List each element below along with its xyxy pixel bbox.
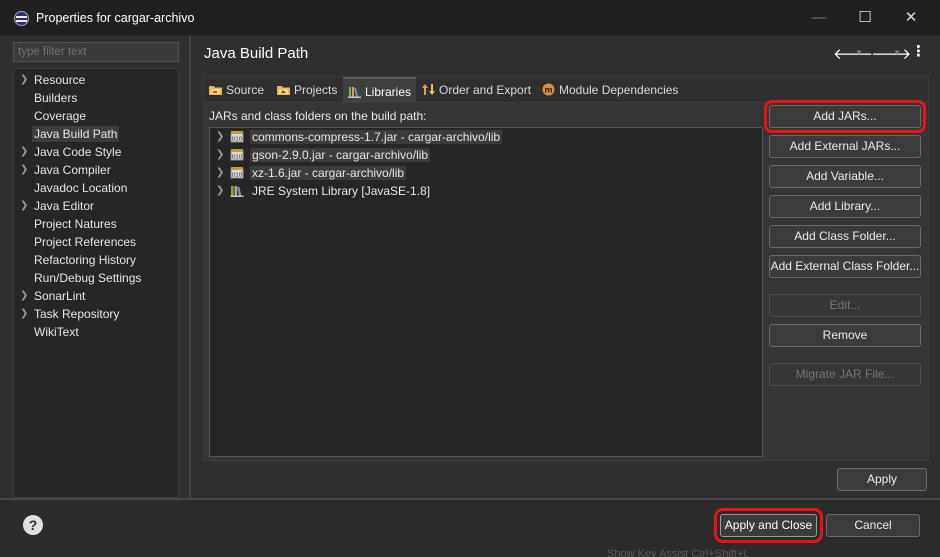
tab-order-and-export[interactable]: Order and Export [417,77,535,103]
view-menu-icon[interactable]: ⋮ [911,42,926,60]
sidebar-item-java-editor[interactable]: ❯ Java Editor [14,197,178,215]
expand-chevron-icon[interactable]: ❯ [20,143,28,161]
sidebar-item-sonarlint[interactable]: ❯ SonarLint [14,287,178,305]
add-library-button[interactable]: Add Library... [769,195,921,218]
list-item[interactable]: ❯ 010 xz-1.6.jar - cargar-archivo/lib [210,164,762,182]
tab-projects[interactable]: Projects [272,77,342,103]
tab-module-dependencies[interactable]: m Module Dependencies [537,77,685,103]
expand-chevron-icon[interactable]: ❯ [216,128,224,146]
tab-libraries[interactable]: Libraries [343,77,416,103]
sidebar-item-project-references[interactable]: Project References [14,233,178,251]
build-path-tab-folder: Source Projects Libraries Order and Expo… [203,76,929,461]
svg-text:010: 010 [232,173,243,179]
cancel-button[interactable]: Cancel [826,514,920,537]
jar-icon: 010 [230,167,244,179]
expand-chevron-icon[interactable]: ❯ [216,182,224,200]
order-export-icon [422,84,435,95]
add-class-folder-button[interactable]: Add Class Folder... [769,225,921,248]
jar-icon: 010 [230,149,244,161]
expand-chevron-icon[interactable]: ❯ [20,71,28,89]
edit-button[interactable]: Edit... [769,294,921,317]
sidebar-item-java-code-style[interactable]: ❯ Java Code Style [14,143,178,161]
svg-text:010: 010 [232,155,243,161]
expand-chevron-icon[interactable]: ❯ [20,161,28,179]
page-title: Java Build Path [204,45,309,62]
add-external-jars-button[interactable]: Add External JARs... [769,135,921,158]
libraries-tab-content: JARs and class folders on the build path… [204,100,928,460]
key-assist-hint: Show Key Assist Ctrl+Shift+L [607,548,750,557]
apply-button[interactable]: Apply [837,468,927,491]
forward-dropdown-icon[interactable]: ▼ [893,48,901,57]
help-icon[interactable]: ? [23,515,43,535]
title-bar: Properties for cargar-archivo — ☐ ✕ [0,0,940,36]
sidebar-item-java-build-path[interactable]: Java Build Path [14,125,178,143]
module-icon: m [542,83,555,96]
sidebar-item-coverage[interactable]: Coverage [14,107,178,125]
svg-text:m: m [544,86,552,95]
page-header: Java Build Path 🡐 ▼ 🡒 ▼ ⋮ [191,36,940,71]
sidebar-item-task-repository[interactable]: ❯ Task Repository [14,305,178,323]
sidebar-item-java-compiler[interactable]: ❯ Java Compiler [14,161,178,179]
maximize-button[interactable]: ☐ [842,0,888,36]
expand-chevron-icon[interactable]: ❯ [20,305,28,323]
list-item[interactable]: ❯ JRE System Library [JavaSE-1.8] [210,182,762,200]
window-title: Properties for cargar-archivo [36,11,195,25]
forward-arrow-icon[interactable]: 🡒 [871,44,911,63]
sidebar-item-wikitext[interactable]: WikiText [14,323,178,341]
svg-text:010: 010 [232,137,243,143]
minimize-button[interactable]: — [796,0,842,36]
sidebar-item-run-debug-settings[interactable]: Run/Debug Settings [14,269,178,287]
back-dropdown-icon[interactable]: ▼ [855,48,863,57]
build-path-entries-tree[interactable]: ❯ 010 commons-compress-1.7.jar - cargar-… [209,127,763,457]
migrate-jar-button[interactable]: Migrate JAR File... [769,363,921,386]
expand-chevron-icon[interactable]: ❯ [20,197,28,215]
sidebar-item-javadoc-location[interactable]: Javadoc Location [14,179,178,197]
dialog-footer: ? Apply and Close Cancel [0,500,940,557]
back-arrow-icon[interactable]: 🡐 [833,44,873,63]
properties-dialog: ❯Resource Builders Coverage Java Build P… [0,36,940,557]
tab-source[interactable]: Source [204,77,270,103]
add-variable-button[interactable]: Add Variable... [769,165,921,188]
library-icon [230,186,244,197]
projects-folder-icon [277,86,290,95]
apply-and-close-button[interactable]: Apply and Close [714,508,823,543]
jar-icon: 010 [230,131,244,143]
sash-divider[interactable] [189,36,191,499]
expand-chevron-icon[interactable]: ❯ [216,146,224,164]
source-folder-icon [209,86,222,95]
filter-input[interactable] [13,42,179,62]
eclipse-app-icon [14,11,29,26]
add-jars-button[interactable]: Add JARs... [764,100,926,133]
sidebar-item-builders[interactable]: Builders [14,89,178,107]
sidebar-item-project-natures[interactable]: Project Natures [14,215,178,233]
expand-chevron-icon[interactable]: ❯ [20,287,28,305]
libraries-icon [348,87,361,98]
tab-bar: Source Projects Libraries Order and Expo… [204,77,928,103]
close-window-button[interactable]: ✕ [888,0,934,36]
list-item[interactable]: ❯ 010 gson-2.9.0.jar - cargar-archivo/li… [210,146,762,164]
sidebar-item-refactoring-history[interactable]: Refactoring History [14,251,178,269]
property-page-tree: ❯ Resource Builders Coverage Java Build P… [13,68,179,498]
list-item[interactable]: ❯ 010 commons-compress-1.7.jar - cargar-… [210,128,762,146]
sidebar-item-resource[interactable]: ❯ Resource [14,71,178,89]
add-external-class-folder-button[interactable]: Add External Class Folder... [769,255,921,278]
build-path-label: JARs and class folders on the build path… [209,109,427,123]
expand-chevron-icon[interactable]: ❯ [216,164,224,182]
remove-button[interactable]: Remove [769,324,921,347]
